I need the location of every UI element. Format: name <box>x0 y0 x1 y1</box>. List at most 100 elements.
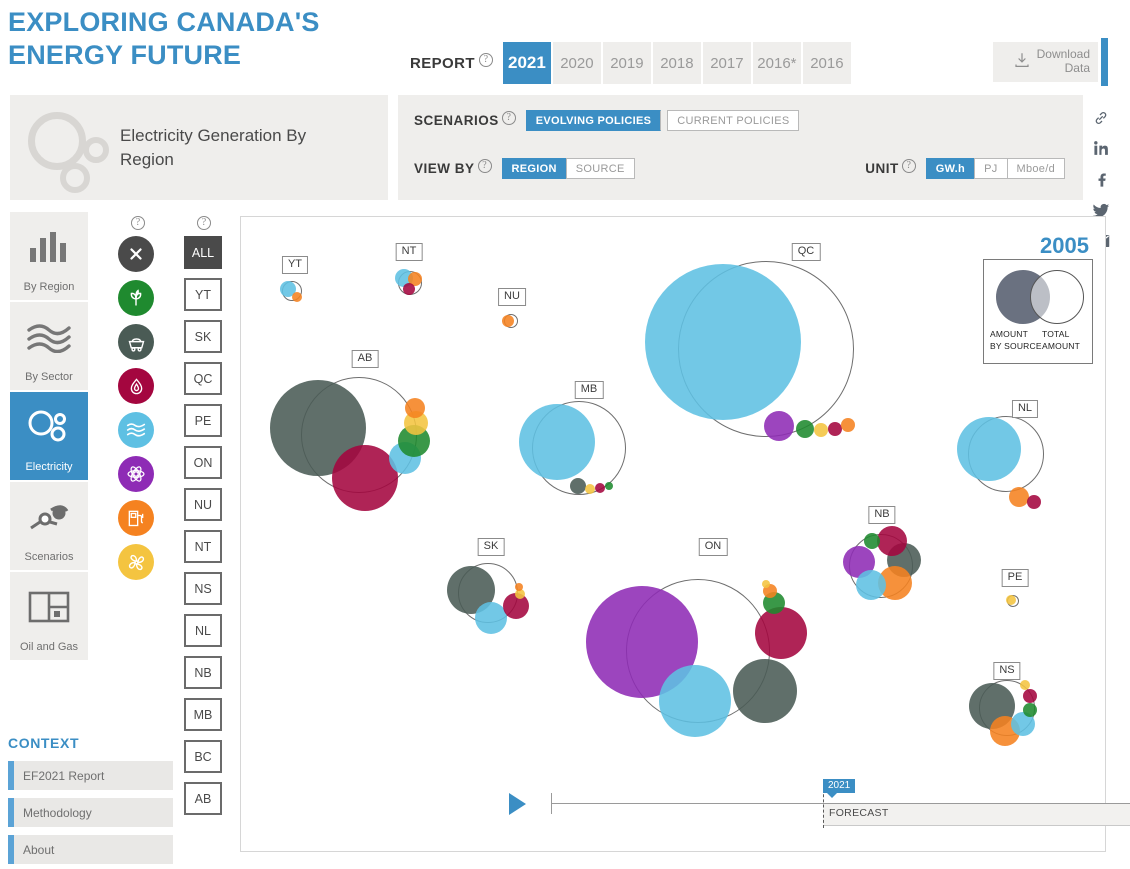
region-filter-on[interactable]: ON <box>184 446 222 479</box>
source-bubble-ns-biomass[interactable] <box>1023 703 1037 717</box>
source-bubble-nl-natural-gas[interactable] <box>1009 487 1029 507</box>
source-bubble-mb-biomass[interactable] <box>605 482 613 490</box>
coal-cart-icon <box>126 332 147 353</box>
nav-item-by-region[interactable]: By Region <box>10 212 88 300</box>
play-icon[interactable] <box>509 793 526 815</box>
unit-button-pj[interactable]: PJ <box>974 158 1007 179</box>
source-bubble-nb-oil[interactable] <box>877 526 907 556</box>
timeline-year-marker[interactable]: 2021 <box>823 779 856 798</box>
viewby-help-icon[interactable]: ? <box>477 158 492 173</box>
source-bubble-pe-wind-solar[interactable] <box>1006 595 1016 605</box>
facebook-icon[interactable] <box>1093 171 1110 193</box>
main-nav: By Region By Sector Electricity Scenarios Oi… <box>10 212 88 662</box>
nav-item-electricity[interactable]: Electricity <box>10 392 88 480</box>
nav-item-by-sector[interactable]: By Sector <box>10 302 88 390</box>
source-filter-coal[interactable] <box>118 324 154 360</box>
region-filter-bc[interactable]: BC <box>184 740 222 773</box>
report-year-2019[interactable]: 2019 <box>602 42 651 84</box>
leaf-icon <box>126 288 146 308</box>
region-filter-qc[interactable]: QC <box>184 362 222 395</box>
source-bubble-nl-oil[interactable] <box>1027 495 1041 509</box>
source-bubble-ab-oil[interactable] <box>332 445 398 511</box>
source-filter-nuclear[interactable] <box>118 456 154 492</box>
region-filter-ab[interactable]: AB <box>184 782 222 815</box>
region-label-sk: SK <box>477 538 505 556</box>
source-bubble-qc-wind-solar[interactable] <box>814 423 828 437</box>
source-bubble-yt-natural-gas[interactable] <box>292 292 302 302</box>
source-bubble-nb-hydro[interactable] <box>856 570 886 600</box>
app-title: Exploring Canada's Energy Future <box>8 6 388 72</box>
nav-item-scenarios[interactable]: Scenarios <box>10 482 88 570</box>
source-bubble-qc-hydro[interactable] <box>645 264 801 420</box>
region-filter-pe[interactable]: PE <box>184 404 222 437</box>
region-filter-nl[interactable]: NL <box>184 614 222 647</box>
source-help-icon[interactable]: ? <box>131 216 145 230</box>
fuel-pump-icon <box>126 508 146 528</box>
report-year-2017[interactable]: 2017 <box>702 42 751 84</box>
source-filter-oil[interactable] <box>118 368 154 404</box>
source-bubble-on-coal[interactable] <box>733 659 797 723</box>
viewby-button-region[interactable]: REGION <box>501 158 566 179</box>
region-help-row: ? <box>184 216 224 230</box>
region-list: ALL YT SK QC PE ON NU NT NS NL NB MB BC AB <box>184 236 224 815</box>
source-filter-natural-gas[interactable] <box>118 500 154 536</box>
source-bubble-qc-biomass[interactable] <box>796 420 814 438</box>
report-year-2016star[interactable]: 2016* <box>752 42 801 84</box>
scenario-button-current-policies[interactable]: CURRENT POLICIES <box>667 110 800 131</box>
viewby-button-source[interactable]: SOURCE <box>565 158 635 179</box>
report-help-icon[interactable]: ? <box>478 53 493 67</box>
source-bubble-mb-wind-solar[interactable] <box>585 484 595 494</box>
region-filter-all[interactable]: ALL <box>184 236 222 269</box>
link-icon[interactable] <box>1093 110 1109 131</box>
source-bubble-ns-wind-solar[interactable] <box>1020 680 1030 690</box>
region-filter-nb[interactable]: NB <box>184 656 222 689</box>
source-bubble-on-hydro[interactable] <box>659 665 731 737</box>
report-year-2021[interactable]: 2021 <box>502 42 551 84</box>
source-bubble-nt-oil[interactable] <box>403 283 415 295</box>
source-bubble-mb-coal[interactable] <box>570 478 586 494</box>
source-bubble-ns-oil[interactable] <box>1023 689 1037 703</box>
region-filter-yt[interactable]: YT <box>184 278 222 311</box>
source-filter-hydro[interactable] <box>118 412 154 448</box>
region-filter-nu[interactable]: NU <box>184 488 222 521</box>
source-bubble-qc-nuclear[interactable] <box>764 411 794 441</box>
context-link-about[interactable]: About <box>8 835 173 864</box>
context-link-methodology[interactable]: Methodology <box>8 798 173 827</box>
source-filter-biomass[interactable] <box>118 280 154 316</box>
report-year-2016[interactable]: 2016 <box>802 42 851 84</box>
source-bubble-qc-oil[interactable] <box>828 422 842 436</box>
download-icon <box>1013 51 1031 74</box>
source-bubble-ab-natural-gas[interactable] <box>405 398 425 418</box>
nav-item-oil-and-gas[interactable]: Oil and Gas <box>10 572 88 660</box>
region-filter-nt[interactable]: NT <box>184 530 222 563</box>
linkedin-icon[interactable] <box>1093 140 1110 162</box>
report-year-2018[interactable]: 2018 <box>652 42 701 84</box>
source-bubble-qc-natural-gas[interactable] <box>841 418 855 432</box>
region-filter-mb[interactable]: MB <box>184 698 222 731</box>
source-bubble-on-wind-solar[interactable] <box>762 580 770 588</box>
source-bubble-nb-biomass[interactable] <box>864 533 880 549</box>
scenarios-help-icon[interactable]: ? <box>501 110 516 125</box>
unit-button-mboe-d[interactable]: Mboe/d <box>1006 158 1065 179</box>
report-year-2020[interactable]: 2020 <box>552 42 601 84</box>
source-bubble-mb-hydro[interactable] <box>519 404 595 480</box>
download-data-button[interactable]: Download Data <box>993 42 1098 82</box>
region-filter-ns[interactable]: NS <box>184 572 222 605</box>
page-title: Electricity Generation By Region <box>120 125 307 169</box>
source-bubble-sk-natural-gas[interactable] <box>515 583 523 591</box>
source-bubble-mb-oil[interactable] <box>595 483 605 493</box>
scenario-button-evolving-policies[interactable]: EVOLVING POLICIES <box>525 110 662 131</box>
source-bubble-nu-natural-gas[interactable] <box>502 315 514 327</box>
timeline-track[interactable] <box>551 803 1130 804</box>
source-bubble-nl-hydro[interactable] <box>957 417 1021 481</box>
source-filter-wind-solar[interactable] <box>118 544 154 580</box>
unit-help-icon[interactable]: ? <box>901 158 916 173</box>
source-filter-clear-all[interactable] <box>118 236 154 272</box>
region-filter-sk[interactable]: SK <box>184 320 222 353</box>
source-bubble-on-oil[interactable] <box>755 607 807 659</box>
region-help-icon[interactable]: ? <box>197 216 211 230</box>
unit-button-gw-h[interactable]: GW.h <box>925 158 975 179</box>
windmill-icon <box>126 552 147 573</box>
download-accent-bar <box>1101 38 1108 86</box>
context-link-ef2021-report[interactable]: EF2021 Report <box>8 761 173 790</box>
